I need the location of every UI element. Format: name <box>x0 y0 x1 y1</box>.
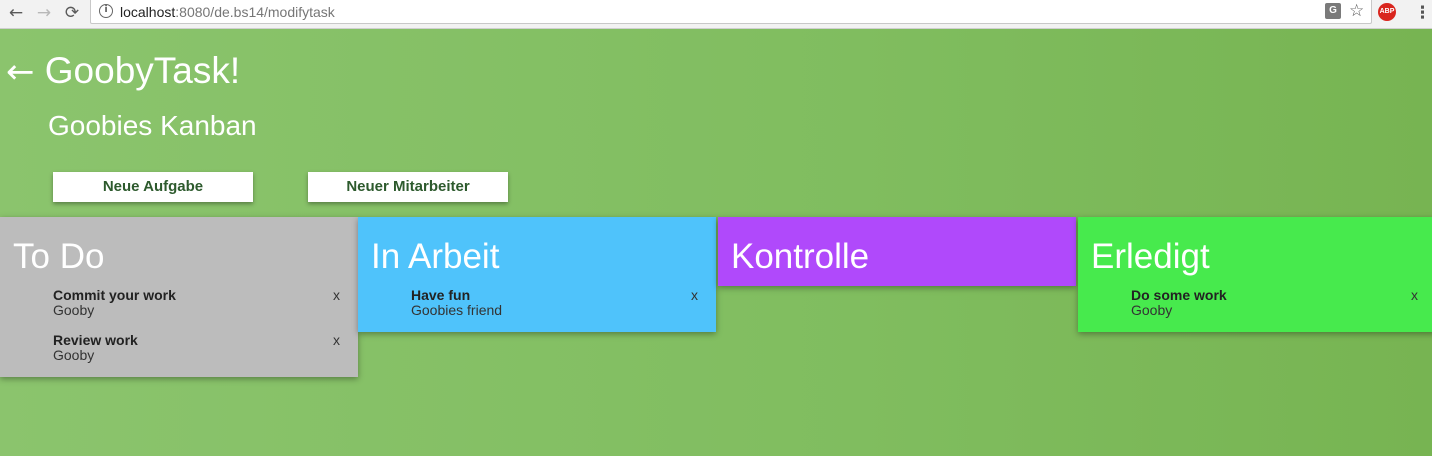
task-title: Have fun <box>411 287 471 303</box>
remove-task-button[interactable]: x <box>691 288 698 303</box>
remove-task-button[interactable]: x <box>333 333 340 348</box>
task-owner: Goobies friend <box>411 302 503 318</box>
adblock-icon[interactable]: ABP <box>1378 3 1396 21</box>
task-title: Review work <box>53 332 138 348</box>
browser-menu-icon[interactable]: ⋮ <box>1414 3 1431 23</box>
board-title: Goobies Kanban <box>48 110 257 141</box>
url-text[interactable]: localhost:8080/de.bs14/modifytask <box>120 3 335 21</box>
kanban-column: Kontrolle <box>718 217 1076 286</box>
app-header: ← GoobyTask! <box>6 50 241 93</box>
browser-toolbar: ← → ⟳ i localhost:8080/de.bs14/modifytas… <box>0 0 1432 29</box>
kanban-column: In Arbeit Have fun Goobies friend x <box>358 217 716 332</box>
remove-task-button[interactable]: x <box>333 288 340 303</box>
address-bar[interactable]: i localhost:8080/de.bs14/modifytask G ☆ <box>90 0 1372 24</box>
task-owner: Gooby <box>1131 302 1173 318</box>
task-title: Commit your work <box>53 287 176 303</box>
translate-icon[interactable]: G <box>1325 3 1341 19</box>
column-title: Erledigt <box>1091 237 1210 276</box>
back-arrow-icon[interactable]: ← <box>6 3 26 23</box>
page-content: ← GoobyTask! Goobies Kanban Neue Aufgabe… <box>0 29 1432 456</box>
reload-icon[interactable]: ⟳ <box>62 3 82 23</box>
remove-task-button[interactable]: x <box>1411 288 1418 303</box>
url-path: :8080/de.bs14/modifytask <box>175 4 335 20</box>
new-member-button[interactable]: Neuer Mitarbeiter <box>308 172 508 202</box>
column-title: In Arbeit <box>371 237 500 276</box>
back-link-arrow-icon[interactable]: ← <box>6 52 35 92</box>
forward-arrow-icon[interactable]: → <box>34 3 54 23</box>
task-owner: Gooby <box>53 347 95 363</box>
new-task-button[interactable]: Neue Aufgabe <box>53 172 253 202</box>
app-title: GoobyTask! <box>44 50 241 91</box>
kanban-column: To Do Commit your work Gooby x Review work Go… <box>0 217 358 377</box>
task-card[interactable]: Do some work Gooby x <box>1078 286 1432 331</box>
task-card[interactable]: Review work Gooby x <box>0 331 358 376</box>
bookmark-star-icon[interactable]: ☆ <box>1349 1 1364 21</box>
kanban-column: Erledigt Do some work Gooby x <box>1078 217 1432 332</box>
column-title: Kontrolle <box>731 237 870 276</box>
task-owner: Gooby <box>53 302 95 318</box>
task-title: Do some work <box>1131 287 1227 303</box>
url-host: localhost <box>120 4 176 20</box>
task-card[interactable]: Commit your work Gooby x <box>0 286 358 331</box>
task-card[interactable]: Have fun Goobies friend x <box>358 286 716 331</box>
column-title: To Do <box>13 237 105 276</box>
info-icon[interactable]: i <box>99 4 113 18</box>
